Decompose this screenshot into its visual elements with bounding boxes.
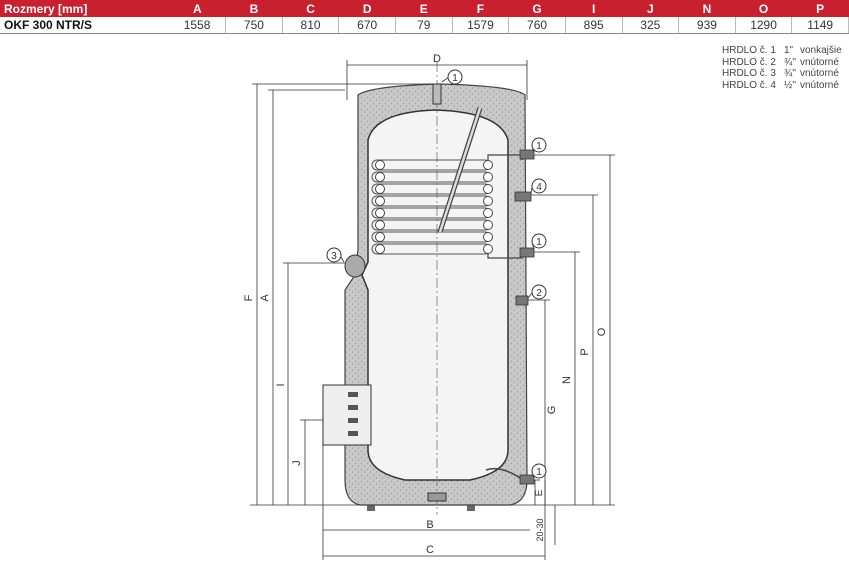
dim-label-d: D [433, 53, 441, 65]
dim-label-i: I [275, 383, 287, 386]
callout: 2 [527, 284, 547, 300]
inspection-flange [322, 384, 372, 446]
sensor-port [344, 254, 366, 278]
dim-label-b: B [426, 519, 433, 531]
top-outlet [432, 83, 442, 105]
callout: 1 [531, 137, 547, 153]
callout: 1 [441, 69, 463, 85]
callout-label: 1 [452, 73, 458, 84]
dim-label-f: F [243, 294, 255, 301]
callout-label: 4 [536, 182, 542, 193]
dim-label-p: P [579, 348, 591, 355]
dim-label-g: G [546, 406, 558, 415]
callout: 1 [531, 463, 547, 479]
callout: 3 [326, 247, 345, 263]
dim-label-o: O [596, 327, 608, 336]
foot-left [367, 505, 375, 511]
foot-right [467, 505, 475, 511]
callout-label: 1 [536, 467, 542, 478]
callout-label: 1 [536, 237, 542, 248]
dim-label-n: N [561, 376, 573, 384]
dim-label-e: E [534, 489, 545, 496]
tank-diagram: D F A I J B C E G N P O 20-30 1 1 4 1 3 … [243, 53, 615, 560]
dim-label-gap: 20-30 [535, 518, 545, 541]
callout-label: 3 [331, 251, 337, 262]
callout: 4 [530, 178, 547, 195]
dim-label-j: J [291, 460, 303, 466]
callout-label: 1 [536, 141, 542, 152]
dim-label-a: A [259, 294, 271, 302]
bottom-drain [427, 492, 447, 502]
callout-label: 2 [536, 288, 542, 299]
dim-label-c: C [426, 544, 434, 556]
